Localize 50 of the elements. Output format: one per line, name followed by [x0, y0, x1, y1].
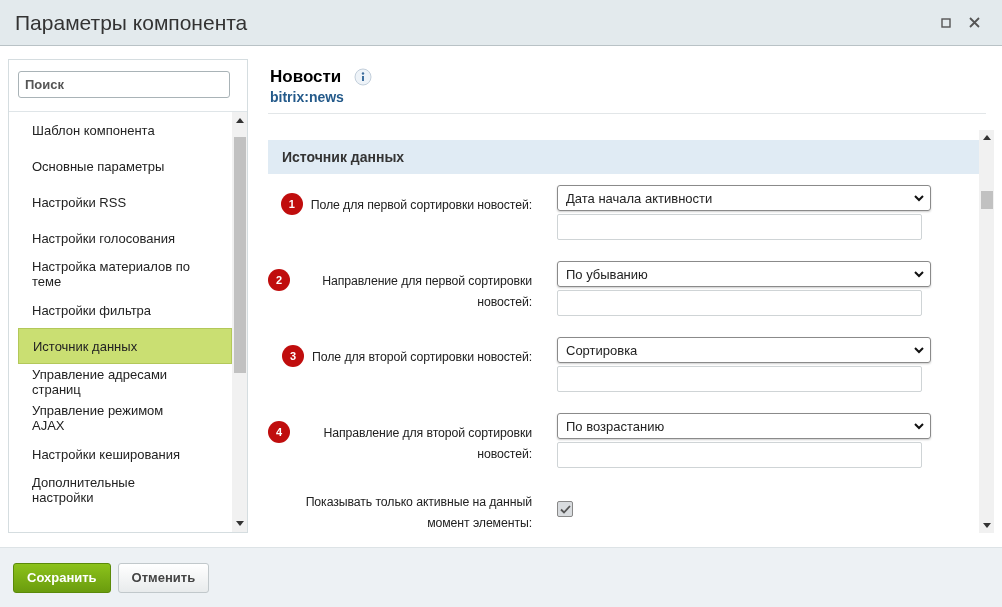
scroll-thumb[interactable] [980, 191, 993, 209]
chevron-icon [914, 194, 924, 202]
number-badge: 2 [268, 269, 290, 291]
window-title: Параметры компонента [15, 10, 249, 35]
info-icon[interactable] [353, 68, 372, 86]
select-field[interactable]: По возрастанию [557, 413, 931, 439]
sidebar-item[interactable]: Управление адресами страниц [18, 364, 232, 400]
select-field[interactable]: Дата начала активности [557, 185, 931, 211]
number-badge: 3 [282, 345, 305, 367]
section-title: Источник данных [282, 149, 405, 165]
field-label: Направление для первой сортировки новостей: [321, 273, 532, 311]
input-field[interactable] [557, 214, 922, 240]
chevron-icon [914, 422, 924, 430]
select-field[interactable]: По убыванию [557, 261, 931, 287]
sidebar-item[interactable]: Шаблон компонента [18, 112, 232, 148]
chevron-icon [914, 346, 924, 354]
select-field[interactable]: Сортировка [557, 337, 931, 363]
cancel-button[interactable]: Отменить [117, 562, 210, 593]
sidebar-item[interactable]: Настройки кеширования [18, 436, 232, 472]
number-badge: 4 [268, 421, 290, 443]
close-icon[interactable] [969, 17, 980, 28]
input-field[interactable] [557, 366, 922, 392]
component-code: bitrix:news [270, 89, 344, 105]
sidebar-item[interactable]: Настройки голосования [18, 220, 232, 256]
scroll-thumb[interactable] [233, 137, 246, 373]
number-badge: 1 [280, 193, 303, 215]
input-field[interactable] [557, 442, 922, 468]
sidebar-item[interactable]: Управление режимом AJAX [18, 400, 232, 436]
sidebar-item[interactable]: Настройки фильтра [18, 292, 232, 328]
field-label: Показывать только активные на данный момент элементы: [304, 494, 532, 532]
sidebar-item[interactable]: Дополнительные настройки [18, 472, 232, 508]
component-title: Новости [270, 67, 343, 87]
checkbox[interactable] [557, 501, 573, 517]
scroll-up-icon[interactable] [235, 118, 244, 123]
input-field[interactable] [557, 290, 922, 316]
scroll-up-icon[interactable] [982, 135, 991, 140]
field-label: Направление для второй сортировки новостей: [322, 425, 532, 463]
field-label: Поле для второй сортировки новостей: [312, 349, 532, 366]
scroll-down-icon[interactable] [982, 523, 991, 528]
sidebar-item[interactable]: Настройка материалов по теме [18, 256, 232, 292]
search-field[interactable]: Поиск [18, 71, 230, 98]
maximize-icon[interactable] [941, 17, 951, 28]
scrollbar[interactable] [232, 112, 247, 532]
scroll-down-icon[interactable] [235, 521, 244, 526]
sidebar-item[interactable]: Основные параметры [18, 148, 232, 184]
sidebar-item[interactable]: Настройки RSS [18, 184, 232, 220]
sidebar-item[interactable]: Источник данных [18, 328, 232, 364]
chevron-icon [914, 270, 924, 278]
field-label: Поле для первой сортировки новостей: [310, 197, 532, 214]
scrollbar[interactable] [979, 130, 994, 533]
